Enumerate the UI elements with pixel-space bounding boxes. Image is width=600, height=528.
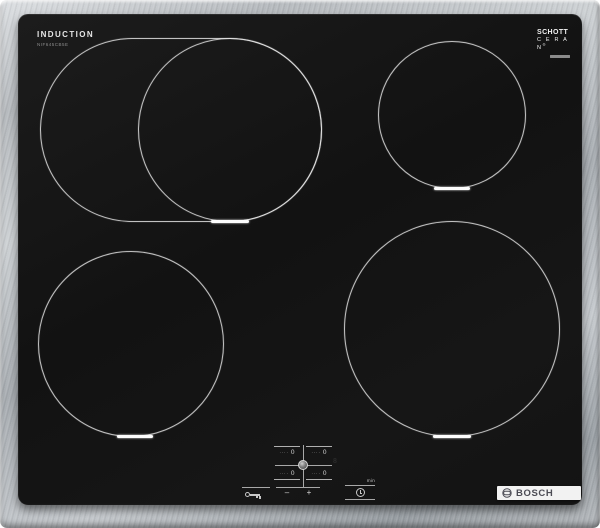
power-level: 0 bbox=[323, 470, 327, 477]
timer-display-segment: 8 bbox=[333, 458, 337, 465]
timer-key[interactable]: min bbox=[345, 478, 375, 500]
combi-zone-marker bbox=[211, 220, 249, 223]
zone-display-rear-left[interactable]: ····0 bbox=[274, 470, 300, 480]
key-lock-icon bbox=[242, 492, 270, 499]
bosch-armature-icon bbox=[502, 488, 512, 498]
power-level: 0 bbox=[323, 449, 327, 456]
zone-bottom-right-marker bbox=[433, 435, 471, 438]
timer-unit-label: min bbox=[345, 478, 375, 483]
bosch-logo-band: BOSCH bbox=[497, 486, 581, 500]
key-line bbox=[345, 499, 375, 500]
schott-line1: SCHOTT bbox=[537, 29, 577, 37]
induction-label: INDUCTION bbox=[37, 30, 94, 39]
power-dots: ···· bbox=[312, 471, 321, 477]
key-line bbox=[242, 487, 270, 488]
power-dots: ···· bbox=[280, 471, 289, 477]
ceran-text: C E R A N bbox=[537, 37, 568, 51]
power-dots: ···· bbox=[280, 450, 289, 456]
zone-display-front-left[interactable]: ····0 bbox=[274, 446, 300, 456]
schott-ceran-logo: SCHOTT C E R A N® bbox=[537, 29, 577, 58]
clock-icon bbox=[356, 488, 365, 497]
display-line bbox=[274, 446, 300, 447]
schott-subtext-bar bbox=[550, 55, 570, 58]
power-minus-key[interactable]: – bbox=[276, 487, 298, 497]
power-level: 0 bbox=[291, 449, 295, 456]
zone-display-rear-right[interactable]: ····0 bbox=[306, 470, 332, 480]
zone-display-front-right[interactable]: ····0 bbox=[306, 446, 332, 456]
ceramic-glass: INDUCTION NIF645CB5E SCHOTT C E R A N® 8 bbox=[18, 14, 582, 505]
power-dots: ···· bbox=[312, 450, 321, 456]
child-lock-key[interactable] bbox=[242, 487, 270, 499]
model-number: NIF645CB5E bbox=[37, 42, 69, 47]
key-line bbox=[345, 485, 375, 486]
cooktop-product-image: INDUCTION NIF645CB5E SCHOTT C E R A N® 8 bbox=[0, 0, 600, 528]
zone-bottom-left-ring bbox=[38, 251, 224, 437]
bosch-wordmark: BOSCH bbox=[516, 488, 553, 499]
registered-mark: ® bbox=[543, 43, 546, 47]
display-line bbox=[306, 446, 332, 447]
zone-bottom-left-marker bbox=[117, 435, 153, 438]
zone-top-right-ring bbox=[378, 41, 526, 189]
power-plus-key[interactable]: + bbox=[298, 487, 320, 497]
power-level: 0 bbox=[291, 470, 295, 477]
zone-bottom-right-ring bbox=[344, 221, 560, 437]
minus-icon: – bbox=[276, 488, 298, 497]
display-line bbox=[306, 479, 332, 480]
display-line bbox=[274, 479, 300, 480]
combi-zone-circle-ring bbox=[138, 38, 322, 222]
schott-line2: C E R A N® bbox=[537, 37, 577, 51]
plus-icon: + bbox=[298, 488, 320, 497]
zone-selector-knob[interactable] bbox=[298, 460, 308, 470]
zone-top-right-marker bbox=[434, 187, 470, 190]
